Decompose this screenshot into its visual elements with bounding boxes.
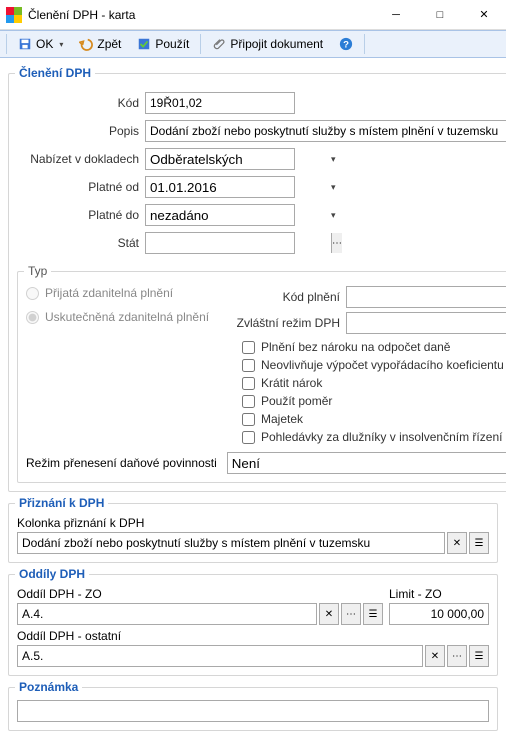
typ-group: Typ Přijatá zdanitelná plnění Uskutečněn… — [17, 264, 506, 483]
chevron-down-icon[interactable]: ▾ — [331, 177, 336, 197]
chk-bez-naroku[interactable]: Plnění bez nároku na odpočet daně — [242, 340, 506, 354]
cleneni-legend: Členění DPH — [15, 66, 95, 80]
popis-input[interactable] — [145, 120, 506, 142]
kolonka-label: Kolonka přiznání k DPH — [17, 516, 489, 530]
detail-button[interactable]: ☰ — [469, 645, 489, 667]
ellipsis-button[interactable]: ⋯ — [341, 603, 361, 625]
chk-majetek[interactable]: Majetek — [242, 412, 506, 426]
detail-button[interactable]: ☰ — [469, 532, 489, 554]
platne-od-input[interactable]: ▾ — [145, 176, 295, 198]
app-icon — [6, 7, 22, 23]
help-icon: ? — [339, 37, 353, 51]
zvlastni-label: Zvláštní režim DPH — [236, 316, 346, 330]
kod-plneni-picker[interactable]: ⋯ — [346, 286, 506, 308]
kod-label: Kód — [17, 96, 145, 110]
platne-do-input[interactable]: ▾ — [145, 204, 295, 226]
ellipsis-icon[interactable]: ⋯ — [331, 233, 342, 253]
rezim-select[interactable]: ▾ — [227, 452, 506, 474]
poznamka-input[interactable] — [17, 700, 489, 722]
titlebar: Členění DPH - karta ─ □ ✕ — [0, 0, 506, 30]
ok-button[interactable]: OK ▾ — [11, 33, 70, 55]
priznani-legend: Přiznání k DPH — [15, 496, 108, 510]
ostatni-label: Oddíl DPH - ostatní — [17, 629, 489, 643]
radio-uskutecnena[interactable]: Uskutečněná zdanitelná plnění — [26, 310, 236, 324]
typ-legend: Typ — [24, 264, 51, 278]
stat-label: Stát — [17, 236, 145, 250]
svg-text:?: ? — [343, 40, 349, 51]
stat-picker[interactable]: ⋯ — [145, 232, 295, 254]
nabizet-label: Nabízet v dokladech — [17, 152, 145, 166]
radio-prijata[interactable]: Přijatá zdanitelná plnění — [26, 286, 236, 300]
zo-input[interactable] — [17, 603, 317, 625]
attach-document-button[interactable]: Připojit dokument — [205, 33, 330, 55]
chevron-down-icon[interactable]: ▾ — [331, 205, 336, 225]
chk-pohledavky[interactable]: Pohledávky za dlužníky v insolvenčním ří… — [242, 430, 506, 444]
kolonka-input[interactable] — [17, 532, 445, 554]
save-icon — [18, 37, 32, 51]
detail-button[interactable]: ☰ — [363, 603, 383, 625]
paperclip-icon — [212, 37, 226, 51]
use-button[interactable]: Použít — [130, 33, 196, 55]
apply-icon — [137, 37, 151, 51]
priznani-group: Přiznání k DPH Kolonka přiznání k DPH ✕ … — [8, 496, 498, 563]
nabizet-select[interactable]: ▾ — [145, 148, 295, 170]
platne-do-label: Platné do — [17, 208, 145, 222]
undo-icon — [79, 37, 93, 51]
ostatni-input[interactable] — [17, 645, 423, 667]
rezim-label: Režim přenesení daňové povinnosti — [26, 456, 223, 470]
chk-pomer[interactable]: Použít poměr — [242, 394, 506, 408]
toolbar: OK ▾ Zpět Použít Připojit dokument ? — [0, 30, 506, 58]
poznamka-group: Poznámka — [8, 680, 498, 731]
kod-plneni-label: Kód plnění — [236, 290, 346, 304]
cleneni-dph-group: Členění DPH Kód Popis Nabízet v dokladec… — [8, 66, 506, 492]
window-title: Členění DPH - karta — [28, 8, 374, 22]
oddily-group: Oddíly DPH Oddíl DPH - ZO ✕ ⋯ ☰ Limit - … — [8, 567, 498, 676]
clear-button[interactable]: ✕ — [425, 645, 445, 667]
platne-od-label: Platné od — [17, 180, 145, 194]
poznamka-legend: Poznámka — [15, 680, 82, 694]
zvlastni-picker[interactable]: ⋯ — [346, 312, 506, 334]
chk-kratit[interactable]: Krátit nárok — [242, 376, 506, 390]
limit-input[interactable] — [389, 603, 489, 625]
ellipsis-button[interactable]: ⋯ — [447, 645, 467, 667]
chevron-down-icon: ▾ — [59, 40, 63, 49]
oddily-legend: Oddíly DPH — [15, 567, 89, 581]
close-button[interactable]: ✕ — [462, 0, 506, 30]
clear-button[interactable]: ✕ — [319, 603, 339, 625]
maximize-button[interactable]: □ — [418, 0, 462, 30]
minimize-button[interactable]: ─ — [374, 0, 418, 30]
clear-button[interactable]: ✕ — [447, 532, 467, 554]
kod-input[interactable] — [145, 92, 295, 114]
popis-label: Popis — [17, 124, 145, 138]
zo-label: Oddíl DPH - ZO — [17, 587, 383, 601]
chevron-down-icon[interactable]: ▾ — [331, 149, 336, 169]
chk-neovlivnuje[interactable]: Neovlivňuje výpočet vypořádacího koefici… — [242, 358, 506, 372]
back-button[interactable]: Zpět — [72, 33, 128, 55]
limit-label: Limit - ZO — [389, 587, 489, 601]
help-button[interactable]: ? — [332, 33, 360, 55]
